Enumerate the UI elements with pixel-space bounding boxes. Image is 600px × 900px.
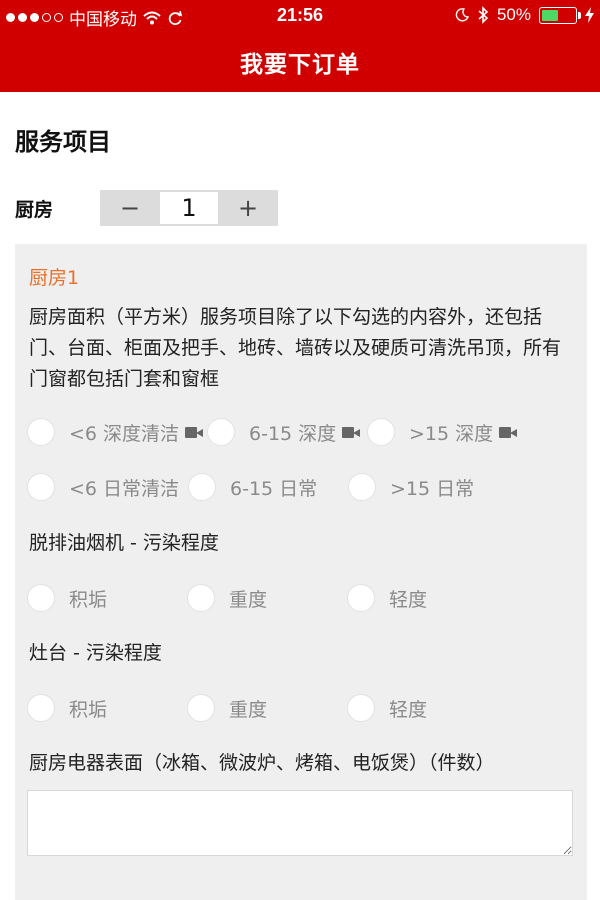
- charging-bolt-icon: [585, 7, 594, 23]
- radio-button[interactable]: [367, 418, 395, 446]
- option-stove-grime[interactable]: 积垢: [27, 692, 107, 724]
- option-label: <6 深度清洁: [69, 422, 180, 445]
- quantity-value[interactable]: 1: [160, 192, 218, 224]
- radio-button[interactable]: [27, 418, 55, 446]
- option-label: 轻度: [389, 588, 428, 611]
- kitchen-quantity-row: 厨房 − 1 +: [15, 190, 315, 226]
- option-label: >15 深度: [409, 422, 494, 445]
- option-deep-medium[interactable]: 6-15 深度: [207, 416, 361, 448]
- option-label: 6-15 日常: [230, 477, 318, 500]
- navbar: 我要下订单: [0, 32, 600, 92]
- radio-button[interactable]: [27, 694, 55, 722]
- option-daily-medium[interactable]: 6-15 日常: [188, 471, 317, 503]
- radio-button[interactable]: [27, 473, 55, 501]
- area-description: 厨房面积（平方米）服务项目除了以下勾选的内容外，还包括门、台面、柜面及把手、地砖…: [29, 306, 562, 390]
- video-camera-icon[interactable]: [342, 426, 361, 438]
- area-deep-options: <6 深度清洁 6-15 深度 >15 深度: [27, 416, 587, 448]
- option-label: 积垢: [69, 588, 108, 611]
- decrement-button[interactable]: −: [100, 190, 160, 226]
- radio-button[interactable]: [187, 694, 215, 722]
- option-hood-grime[interactable]: 积垢: [27, 582, 107, 614]
- option-label: 6-15 深度: [249, 422, 337, 445]
- option-stove-heavy[interactable]: 重度: [187, 692, 267, 724]
- video-camera-icon[interactable]: [185, 426, 204, 438]
- option-label: >15 日常: [390, 477, 475, 500]
- option-stove-light[interactable]: 轻度: [347, 692, 427, 724]
- option-daily-large[interactable]: >15 日常: [348, 471, 474, 503]
- hood-pollution-label: 脱排油烟机 - 污染程度: [29, 532, 219, 554]
- option-label: <6 日常清洁: [69, 477, 180, 500]
- option-label: 重度: [229, 698, 268, 721]
- kitchen-card: 厨房1 厨房面积（平方米）服务项目除了以下勾选的内容外，还包括门、台面、柜面及把…: [15, 244, 587, 900]
- option-deep-small[interactable]: <6 深度清洁: [27, 416, 204, 448]
- hood-options: 积垢 重度 轻度: [27, 582, 587, 614]
- area-daily-options: <6 日常清洁 6-15 日常 >15 日常: [27, 471, 587, 503]
- bluetooth-icon: [478, 6, 489, 24]
- battery-icon: [539, 6, 581, 24]
- stove-options: 积垢 重度 轻度: [27, 692, 587, 724]
- increment-button[interactable]: +: [218, 190, 278, 226]
- video-camera-icon[interactable]: [499, 426, 518, 438]
- radio-button[interactable]: [188, 473, 216, 501]
- option-hood-light[interactable]: 轻度: [347, 582, 427, 614]
- page-title: 我要下订单: [240, 52, 360, 78]
- radio-button[interactable]: [347, 694, 375, 722]
- status-right: 50%: [455, 5, 594, 25]
- appliance-count-label: 厨房电器表面（冰箱、微波炉、烤箱、电饭煲）（件数）: [29, 752, 495, 774]
- status-bar: 中国移动 21:56 50%: [0, 0, 600, 32]
- option-deep-large[interactable]: >15 深度: [367, 416, 518, 448]
- option-label: 重度: [229, 588, 268, 611]
- moon-icon: [455, 8, 469, 22]
- radio-button[interactable]: [348, 473, 376, 501]
- stove-pollution-label: 灶台 - 污染程度: [29, 642, 162, 664]
- kitchen-label: 厨房: [15, 198, 54, 221]
- option-label: 轻度: [389, 698, 428, 721]
- option-daily-small[interactable]: <6 日常清洁: [27, 471, 179, 503]
- option-hood-heavy[interactable]: 重度: [187, 582, 267, 614]
- kitchen-card-title: 厨房1: [29, 267, 80, 289]
- option-label: 积垢: [69, 698, 108, 721]
- radio-button[interactable]: [347, 584, 375, 612]
- appliance-count-input[interactable]: [27, 790, 573, 856]
- radio-button[interactable]: [207, 418, 235, 446]
- radio-button[interactable]: [27, 584, 55, 612]
- battery-percent: 50%: [496, 5, 531, 24]
- section-title: 服务项目: [15, 128, 111, 156]
- quantity-stepper: − 1 +: [100, 190, 278, 226]
- radio-button[interactable]: [187, 584, 215, 612]
